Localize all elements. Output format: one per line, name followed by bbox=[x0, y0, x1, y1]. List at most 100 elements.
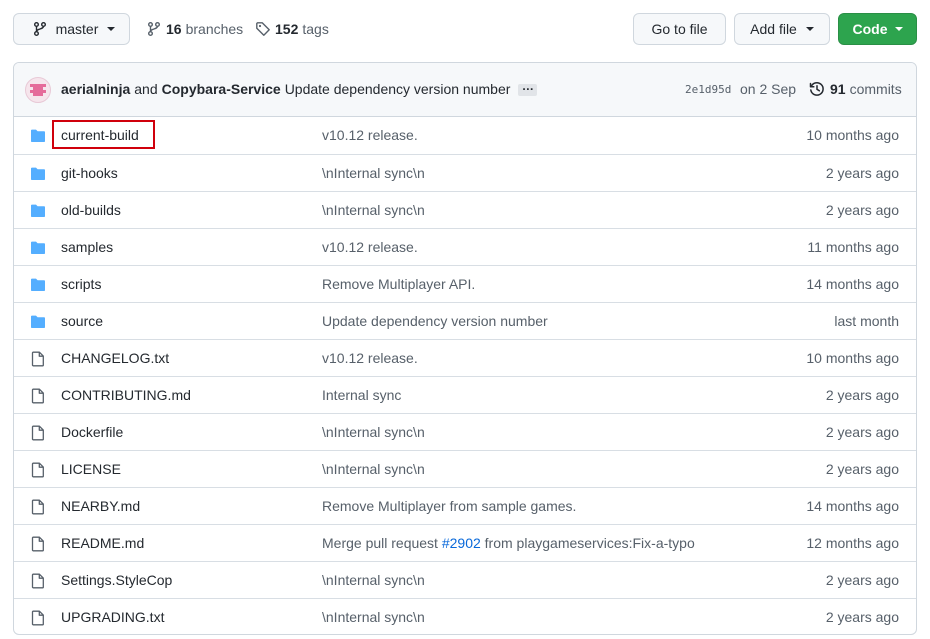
file-icon bbox=[31, 610, 44, 626]
go-to-file-button[interactable]: Go to file bbox=[633, 13, 726, 45]
code-button[interactable]: Code bbox=[838, 13, 917, 45]
folder-icon bbox=[31, 167, 45, 180]
commit-age: 10 months ago bbox=[806, 127, 899, 143]
commit-age: 2 years ago bbox=[825, 165, 899, 181]
commit-message-link[interactable]: \nInternal sync\n bbox=[322, 202, 425, 218]
commit-summary: aerialninja and Copybara-Service Update dep… bbox=[61, 80, 538, 97]
commit-age: 2 years ago bbox=[825, 202, 899, 218]
file-name-link[interactable]: README.md bbox=[61, 535, 144, 551]
file-name-link[interactable]: LICENSE bbox=[61, 461, 121, 477]
file-row[interactable]: source Update dependency version number la… bbox=[14, 302, 916, 339]
commit-message-link[interactable]: \nInternal sync\n bbox=[322, 424, 425, 440]
avatar[interactable] bbox=[25, 77, 51, 103]
file-row[interactable]: current-build v10.12 release. 10 months ag… bbox=[14, 117, 916, 154]
file-icon bbox=[31, 425, 44, 441]
commit-message-link[interactable]: Internal sync bbox=[322, 387, 401, 403]
commit-message-link[interactable]: \nInternal sync\n bbox=[322, 461, 425, 477]
file-name-link[interactable]: NEARBY.md bbox=[61, 498, 140, 514]
commit-age: 2 years ago bbox=[825, 572, 899, 588]
folder-icon bbox=[31, 129, 45, 142]
file-row[interactable]: Settings.StyleCop \nInternal sync\n 2 year… bbox=[14, 561, 916, 598]
file-icon bbox=[31, 351, 44, 367]
add-file-label: Add file bbox=[750, 21, 797, 37]
commit-age: 11 months ago bbox=[807, 239, 899, 255]
commit-age: 2 years ago bbox=[825, 424, 899, 440]
file-row[interactable]: LICENSE \nInternal sync\n 2 years ago bbox=[14, 450, 916, 487]
file-row[interactable]: README.md Merge pull request #2902 from p… bbox=[14, 524, 916, 561]
folder-icon bbox=[31, 241, 45, 254]
file-icon bbox=[31, 499, 44, 515]
commit-message-link[interactable]: Merge pull request #2902 from playgamese… bbox=[322, 535, 695, 551]
tags-label: tags bbox=[302, 21, 329, 37]
commits-count: 91 bbox=[830, 81, 846, 97]
file-name-link[interactable]: CONTRIBUTING.md bbox=[61, 387, 191, 403]
commit-message-link[interactable]: \nInternal sync\n bbox=[322, 572, 425, 588]
commit-message-link[interactable]: Remove Multiplayer from sample games. bbox=[322, 498, 576, 514]
commit-age: 14 months ago bbox=[806, 276, 899, 292]
commit-date: on 2 Sep bbox=[740, 81, 797, 97]
folder-name-link[interactable]: git-hooks bbox=[61, 165, 118, 181]
commit-author[interactable]: aerialninja bbox=[61, 81, 130, 97]
commit-message-link[interactable]: Remove Multiplayer API. bbox=[322, 276, 475, 292]
commit-age: last month bbox=[834, 313, 899, 329]
commit-age: 2 years ago bbox=[825, 387, 899, 403]
commit-message-link[interactable]: Update dependency version number bbox=[322, 313, 548, 329]
file-name-link[interactable]: Dockerfile bbox=[61, 424, 123, 440]
commit-and: and bbox=[134, 81, 158, 97]
commit-message-link[interactable]: v10.12 release. bbox=[322, 350, 418, 366]
file-list: current-build v10.12 release. 10 months ag… bbox=[14, 117, 916, 634]
branches-count: 16 bbox=[166, 21, 182, 37]
folder-icon bbox=[31, 315, 45, 328]
file-row[interactable]: Dockerfile \nInternal sync\n 2 years ago bbox=[14, 413, 916, 450]
file-row[interactable]: CONTRIBUTING.md Internal sync 2 years ago bbox=[14, 376, 916, 413]
commit-age: 2 years ago bbox=[825, 461, 899, 477]
commit-age: 2 years ago bbox=[825, 609, 899, 625]
folder-name-link[interactable]: scripts bbox=[61, 276, 101, 292]
highlight-box bbox=[52, 120, 155, 149]
branch-name: master bbox=[55, 21, 99, 37]
commit-message-text: Merge pull request bbox=[322, 535, 442, 551]
commit-age: 10 months ago bbox=[806, 350, 899, 366]
commit-message-link[interactable]: \nInternal sync\n bbox=[322, 609, 425, 625]
commit-message[interactable]: Update dependency version number bbox=[285, 81, 511, 97]
commit-message-link[interactable]: v10.12 release. bbox=[322, 127, 418, 143]
tag-icon bbox=[256, 22, 270, 36]
file-icon bbox=[31, 536, 44, 552]
commits-link[interactable]: 91 commits bbox=[809, 81, 902, 97]
file-row[interactable]: scripts Remove Multiplayer API. 14 months … bbox=[14, 265, 916, 302]
tags-count: 152 bbox=[275, 21, 299, 37]
commit-age: 14 months ago bbox=[806, 498, 899, 514]
expand-commit-button[interactable]: … bbox=[518, 80, 538, 97]
file-icon bbox=[31, 388, 44, 404]
file-row[interactable]: UPGRADING.txt \nInternal sync\n 2 years ag… bbox=[14, 598, 916, 634]
commit-message-text: from playgameservices:Fix-a-typo bbox=[480, 535, 695, 551]
file-name-link[interactable]: CHANGELOG.txt bbox=[61, 350, 169, 366]
folder-name-link[interactable]: samples bbox=[61, 239, 113, 255]
file-name-link[interactable]: Settings.StyleCop bbox=[61, 572, 172, 588]
repo-toolbar: master 16 branches 152 tags Go to file A… bbox=[13, 13, 917, 45]
chevron-down-icon bbox=[805, 27, 814, 31]
file-browser: aerialninja and Copybara-Service Update dep… bbox=[13, 62, 917, 635]
history-icon bbox=[809, 82, 824, 96]
file-row[interactable]: old-builds \nInternal sync\n 2 years ago bbox=[14, 191, 916, 228]
pull-request-link[interactable]: #2902 bbox=[442, 535, 481, 551]
add-file-button[interactable]: Add file bbox=[734, 13, 830, 45]
folder-icon bbox=[31, 204, 45, 217]
file-icon bbox=[31, 462, 44, 478]
file-row[interactable]: samples v10.12 release. 11 months ago bbox=[14, 228, 916, 265]
file-row[interactable]: NEARBY.md Remove Multiplayer from sample … bbox=[14, 487, 916, 524]
folder-icon bbox=[31, 278, 45, 291]
commit-message-link[interactable]: \nInternal sync\n bbox=[322, 165, 425, 181]
commit-sha[interactable]: 2e1d95d bbox=[685, 83, 731, 96]
branches-link[interactable]: 16 branches bbox=[146, 13, 243, 45]
file-name-link[interactable]: UPGRADING.txt bbox=[61, 609, 164, 625]
file-row[interactable]: CHANGELOG.txt v10.12 release. 10 months ag… bbox=[14, 339, 916, 376]
commit-age: 12 months ago bbox=[806, 535, 899, 551]
folder-name-link[interactable]: source bbox=[61, 313, 103, 329]
tags-link[interactable]: 152 tags bbox=[255, 13, 329, 45]
branch-select-button[interactable]: master bbox=[13, 13, 130, 45]
commit-coauthor[interactable]: Copybara-Service bbox=[162, 81, 281, 97]
commit-message-link[interactable]: v10.12 release. bbox=[322, 239, 418, 255]
file-row[interactable]: git-hooks \nInternal sync\n 2 years ago bbox=[14, 154, 916, 191]
folder-name-link[interactable]: old-builds bbox=[61, 202, 121, 218]
